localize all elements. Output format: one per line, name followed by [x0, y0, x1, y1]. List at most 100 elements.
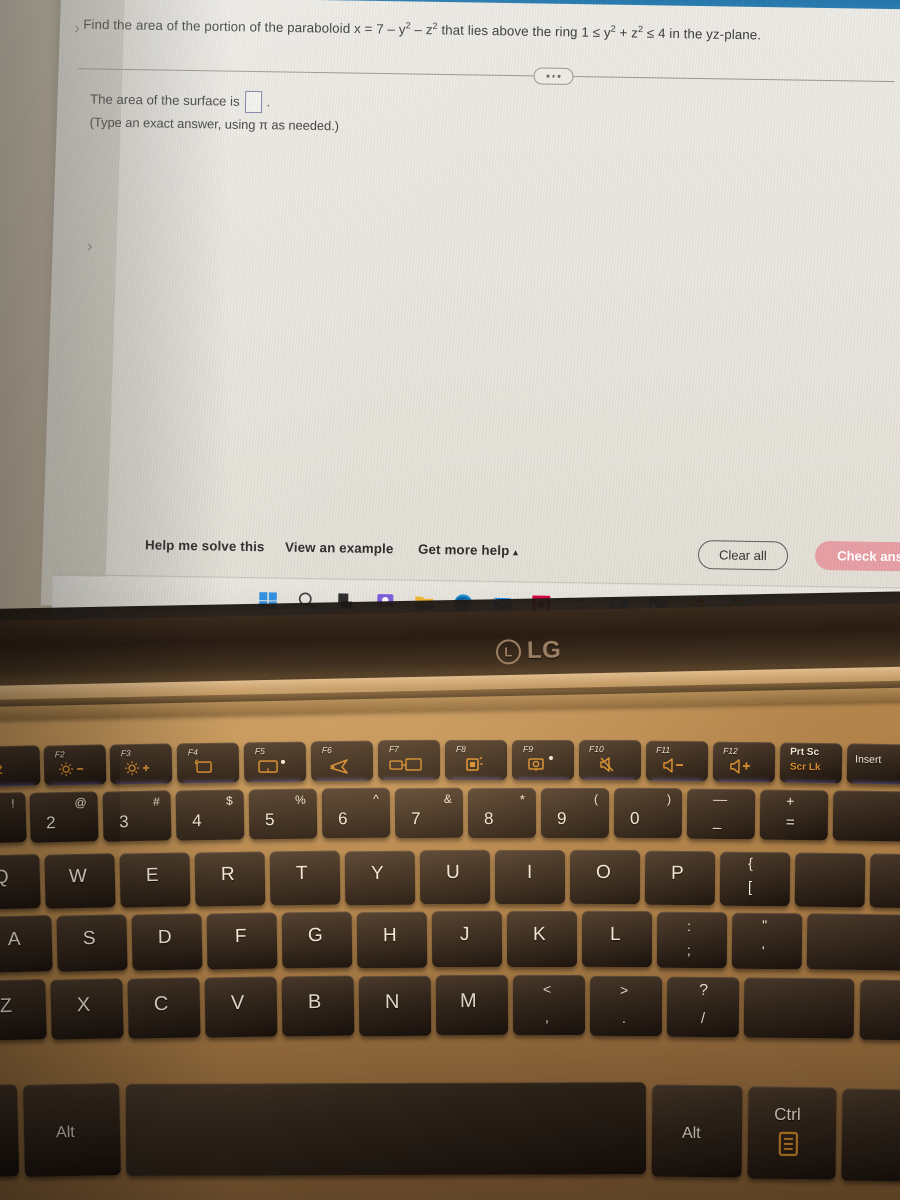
key-x-label: X [76, 993, 91, 1017]
key-k-label: K [532, 923, 546, 946]
key-k[interactable]: K [506, 910, 578, 968]
key-p[interactable]: P [644, 850, 716, 906]
answer-input[interactable] [244, 90, 262, 114]
key-slash[interactable]: ? / [666, 976, 740, 1038]
key-f12[interactable]: F12 [712, 741, 776, 783]
check-answer-button[interactable]: Check answer [814, 540, 900, 572]
key-1[interactable]: ! 1 [0, 792, 27, 844]
key-9[interactable]: ( 9 [540, 787, 610, 839]
expand-chevron-mid[interactable]: › [87, 236, 93, 256]
left-alt-key[interactable]: Alt [23, 1083, 121, 1177]
key-y[interactable]: Y [344, 850, 416, 906]
key-i[interactable]: I [494, 849, 566, 905]
right-ctrl-key[interactable]: Ctrl [747, 1086, 837, 1180]
key-f7-label: F7 [388, 744, 399, 755]
key-insert-label: Insert [854, 753, 882, 767]
key-x[interactable]: X [50, 978, 124, 1040]
key-q[interactable]: Q [0, 854, 41, 910]
volume-up-icon [729, 759, 757, 779]
key-q-label: Q [0, 866, 9, 889]
key-2[interactable]: @ 2 [29, 791, 99, 843]
key-equals-shift-label: + [786, 792, 795, 810]
key-period-shift-label: > [620, 981, 629, 999]
key-5-label: 5 [264, 810, 275, 830]
key-e[interactable]: E [119, 852, 191, 908]
key-f3[interactable]: F3 [109, 743, 173, 785]
key-h[interactable]: H [356, 911, 428, 969]
key-slash-shift-label: ? [699, 981, 709, 1000]
key-f[interactable]: F [206, 912, 278, 970]
key-print-screen[interactable]: Prt Sc Scr Lk [779, 742, 843, 784]
key-v-label: V [230, 991, 245, 1015]
key-6[interactable]: ^ 6 [321, 787, 391, 839]
key-f11[interactable]: F11 [645, 740, 709, 782]
key-period[interactable]: > . [589, 975, 663, 1037]
key-right-shift[interactable] [743, 977, 855, 1039]
key-3-shift-label: # [152, 794, 160, 809]
key-j[interactable]: J [431, 910, 503, 968]
key-f10[interactable]: F10 [578, 739, 642, 781]
key-v[interactable]: V [204, 976, 278, 1038]
key-c[interactable]: C [127, 977, 201, 1039]
key-z[interactable]: Z [0, 979, 47, 1041]
key-comma[interactable]: < , [512, 974, 586, 1036]
more-options-ellipsis-button[interactable] [533, 67, 574, 86]
key-b[interactable]: B [281, 975, 355, 1037]
key-n[interactable]: N [358, 975, 432, 1037]
key-comma-label: , [545, 1009, 549, 1026]
expand-chevron-top[interactable]: › [74, 18, 80, 38]
key-equals[interactable]: + = [759, 789, 829, 841]
key-f1[interactable]: F1 [0, 745, 41, 787]
key-f9[interactable]: F9 [511, 739, 575, 781]
problem-seg-5: ≤ 4 in the yz-plane. [642, 25, 762, 43]
key-f2[interactable]: F2 [43, 744, 107, 786]
key-0[interactable]: ) 0 [613, 787, 683, 839]
key-bracket-right[interactable] [794, 852, 866, 908]
key-minus[interactable]: — _ [686, 788, 756, 840]
problem-seg-4: + z [615, 25, 639, 41]
key-quote-shift-label: " [762, 916, 768, 934]
key-f6[interactable]: F6 [310, 740, 374, 782]
key-d[interactable]: D [131, 913, 203, 971]
clear-all-button[interactable]: Clear all [697, 540, 788, 571]
key-a[interactable]: A [0, 915, 53, 973]
get-more-help-button[interactable]: Get more help ▴ [418, 542, 518, 559]
key-w[interactable]: W [44, 853, 116, 909]
help-me-solve-this-button[interactable]: Help me solve this [145, 537, 265, 554]
key-m[interactable]: M [435, 974, 509, 1036]
right-alt-key[interactable]: Alt [651, 1084, 743, 1178]
key-fn[interactable] [0, 1084, 20, 1178]
key-r[interactable]: R [194, 851, 266, 907]
key-f4[interactable]: F4 [176, 742, 240, 784]
key-t[interactable]: T [269, 850, 341, 906]
key-u[interactable]: U [419, 849, 491, 905]
key-f10-label: F10 [589, 743, 604, 754]
key-bracket-left[interactable]: { [ [719, 851, 791, 907]
key-enter[interactable] [806, 913, 900, 971]
key-o-label: O [595, 861, 611, 884]
key-insert[interactable]: Insert [846, 743, 900, 785]
key-backspace[interactable] [832, 790, 900, 842]
key-o[interactable]: O [569, 849, 641, 905]
left-alt-label: Alt [55, 1123, 75, 1142]
key-s[interactable]: S [56, 914, 128, 972]
key-l[interactable]: L [581, 910, 653, 968]
key-arrow-up[interactable] [859, 979, 900, 1041]
key-4[interactable]: $ 4 [175, 789, 245, 841]
key-f5[interactable]: F5 [243, 741, 307, 783]
key-g[interactable]: G [281, 911, 353, 969]
key-semicolon[interactable]: : ; [656, 911, 728, 969]
key-arrow-left[interactable] [841, 1088, 900, 1182]
key-5[interactable]: % 5 [248, 788, 318, 840]
key-7[interactable]: & 7 [394, 787, 464, 839]
key-8[interactable]: * 8 [467, 787, 537, 839]
key-quote[interactable]: " ' [731, 912, 803, 970]
view-an-example-button[interactable]: View an example [285, 540, 394, 557]
spacebar-key[interactable] [125, 1082, 647, 1176]
key-3[interactable]: # 3 [102, 790, 172, 842]
key-c-label: C [153, 992, 169, 1016]
key-backslash[interactable] [869, 853, 900, 909]
caret-up-icon: ▴ [513, 547, 519, 558]
key-f8[interactable]: F8 [444, 739, 508, 781]
key-f7[interactable]: F7 [377, 739, 441, 781]
